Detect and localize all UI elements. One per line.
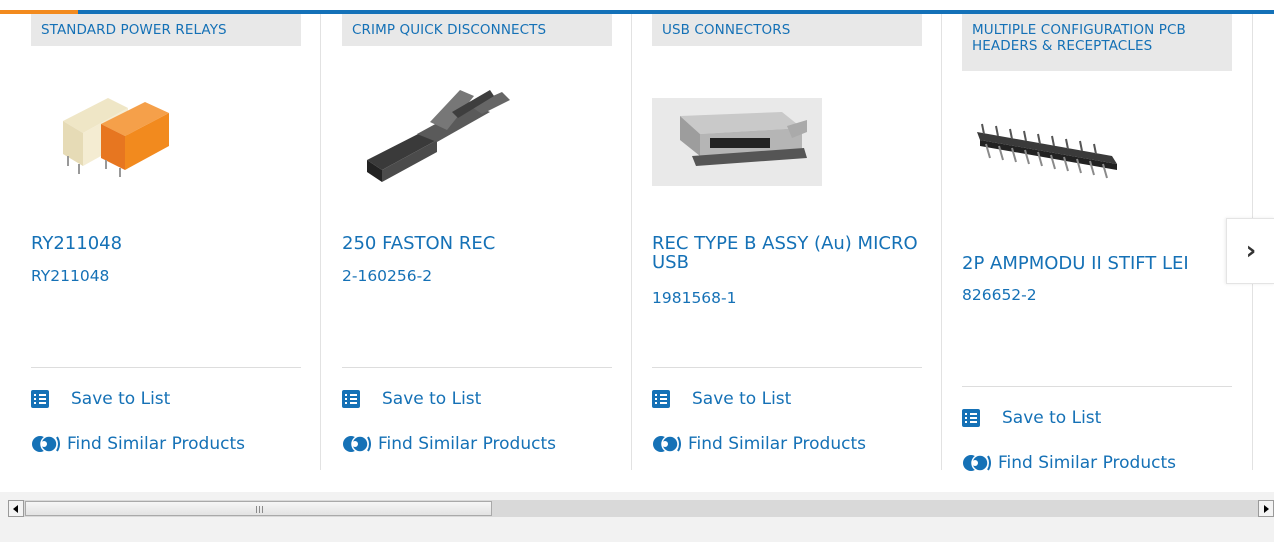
save-to-list-button[interactable]: Save to List — [962, 408, 1101, 428]
checklist-icon — [962, 409, 980, 427]
card-rule — [652, 367, 922, 368]
carousel-next-button[interactable]: › — [1226, 218, 1274, 284]
card-category[interactable]: USB CONNECTORS — [652, 14, 922, 46]
product-name-link[interactable]: 250 FASTON REC — [342, 234, 612, 253]
product-image-faston[interactable] — [362, 82, 512, 196]
save-to-list-label: Save to List — [71, 389, 171, 409]
save-to-list-label: Save to List — [382, 389, 482, 409]
checklist-icon — [652, 390, 670, 408]
chevron-right-icon: › — [1245, 236, 1257, 266]
similar-products-icon — [342, 433, 372, 455]
product-card-2: CRIMP QUICK DISCONNECTS 250 FASTON REC 2… — [342, 14, 632, 470]
card-divider — [631, 14, 632, 470]
product-carousel: STANDARD POWER RELAYS RY211048 RY211048 — [0, 0, 1274, 492]
product-name-link[interactable]: RY211048 — [31, 234, 301, 253]
horizontal-scrollbar[interactable] — [8, 500, 1274, 517]
similar-products-icon — [962, 452, 992, 474]
part-number-link[interactable]: RY211048 — [31, 267, 109, 285]
part-number-link[interactable]: 1981568-1 — [652, 289, 737, 307]
find-similar-button[interactable]: Find Similar Products — [652, 433, 866, 455]
product-name-link[interactable]: REC TYPE B ASSY (Au) MICRO USB — [652, 234, 922, 272]
find-similar-button[interactable]: Find Similar Products — [342, 433, 556, 455]
card-rule — [342, 367, 612, 368]
similar-products-icon — [652, 433, 682, 455]
save-to-list-button[interactable]: Save to List — [31, 389, 170, 409]
checklist-icon — [31, 390, 49, 408]
card-rule — [962, 386, 1232, 387]
find-similar-label: Find Similar Products — [378, 434, 556, 454]
scrollbar-thumb[interactable] — [25, 501, 492, 516]
part-number-link[interactable]: 2-160256-2 — [342, 267, 432, 285]
find-similar-button[interactable]: Find Similar Products — [31, 433, 245, 455]
save-to-list-button[interactable]: Save to List — [652, 389, 791, 409]
find-similar-label: Find Similar Products — [67, 434, 245, 454]
product-card-3: USB CONNECTORS REC TYPE B ASSY (Au) MICR… — [652, 14, 942, 470]
scroll-right-arrow-icon[interactable] — [1258, 500, 1274, 517]
save-to-list-label: Save to List — [692, 389, 792, 409]
checklist-icon — [342, 390, 360, 408]
similar-products-icon — [31, 433, 61, 455]
card-rule — [31, 367, 301, 368]
card-divider — [941, 14, 942, 470]
product-image-relay[interactable] — [53, 86, 173, 190]
find-similar-label: Find Similar Products — [998, 453, 1176, 473]
card-category[interactable]: CRIMP QUICK DISCONNECTS — [342, 14, 612, 46]
find-similar-label: Find Similar Products — [688, 434, 866, 454]
card-category[interactable]: MULTIPLE CONFIGURATION PCB HEADERS & REC… — [962, 14, 1232, 71]
product-image-usb[interactable] — [652, 98, 822, 190]
product-card-1: STANDARD POWER RELAYS RY211048 RY211048 — [31, 14, 321, 470]
scroll-left-arrow-icon[interactable] — [8, 500, 24, 517]
save-to-list-label: Save to List — [1002, 408, 1102, 428]
product-card-4: MULTIPLE CONFIGURATION PCB HEADERS & REC… — [962, 14, 1252, 473]
find-similar-button[interactable]: Find Similar Products — [962, 452, 1176, 474]
part-number-link[interactable]: 826652-2 — [962, 286, 1037, 304]
product-name-link[interactable]: 2P AMPMODU II STIFT LEI — [962, 254, 1222, 273]
card-category[interactable]: STANDARD POWER RELAYS — [31, 14, 301, 46]
product-image-header[interactable] — [972, 114, 1122, 198]
card-divider — [320, 14, 321, 470]
grip-icon — [256, 506, 265, 513]
save-to-list-button[interactable]: Save to List — [342, 389, 481, 409]
